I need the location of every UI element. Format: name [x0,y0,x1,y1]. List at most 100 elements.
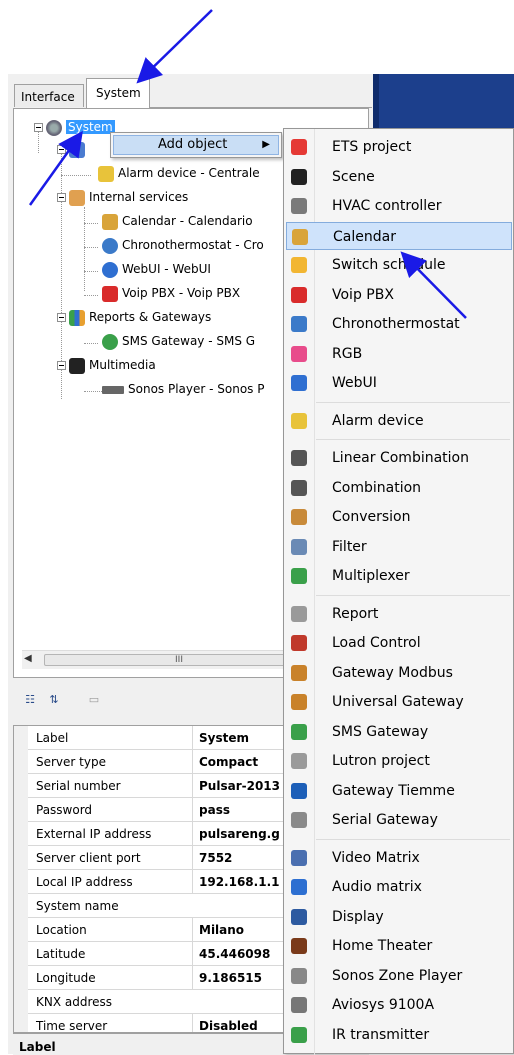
row-gutter [14,846,28,870]
menu-item-conversion[interactable]: Conversion [286,503,512,531]
menu-item-display[interactable]: Display [286,903,512,931]
sort-az-icon[interactable]: ⇅ [45,691,63,709]
tree-connector [84,207,85,291]
categorized-icon[interactable]: ☷ [21,691,39,709]
tab-interface[interactable]: Interface [14,84,84,107]
add-object-menu-item[interactable]: Add object ▶ [113,135,279,155]
collapse-toggle[interactable] [57,145,66,154]
menu-item-lutron-project[interactable]: Lutron project [286,747,512,775]
menu-item-report[interactable]: Report [286,600,512,628]
menu-item-voip-pbx[interactable]: Voip PBX [286,281,512,309]
property-pages-icon[interactable]: ▭ [85,691,103,709]
menu-item-label: HVAC controller [332,198,442,214]
multiplexer-icon [291,568,307,584]
tree-item-label: SMS Gateway - SMS G [122,334,256,348]
menu-item-label: Gateway Tiemme [332,782,455,799]
bell-icon [291,412,307,429]
speaker-icon [291,938,307,954]
tree-item-label: Multimedia [89,358,156,372]
property-name: Location [36,923,87,937]
menu-item-calendar[interactable]: Calendar [286,221,512,250]
scroll-thumb[interactable]: III [44,654,314,666]
tree-item-alarm-device[interactable]: Alarm device - Centrale [98,163,260,183]
tree-item-multimedia[interactable]: Multimedia [69,355,156,375]
tree-item-chronothermostat[interactable]: Chronothermostat - Cro [102,235,264,255]
menu-item-ets-project[interactable]: ETS project [286,133,512,161]
menu-item-load-control[interactable]: Load Control [286,629,512,657]
tree-item-security[interactable] [69,139,89,159]
menu-item-sms-gateway[interactable]: SMS Gateway [286,718,512,746]
tree-item-sonos-player[interactable]: Sonos Player - Sonos P [102,379,264,399]
menu-item-label: Alarm device [332,412,424,429]
row-gutter [14,1014,28,1032]
tree-item-internal-services[interactable]: Internal services [69,187,188,207]
row-gutter [14,870,28,894]
menu-item-sonos-zone-player[interactable]: Sonos Zone Player [286,962,512,990]
row-gutter [14,942,28,966]
menu-item-rgb[interactable]: RGB [286,340,512,368]
menu-item-hvac-controller[interactable]: HVAC controller [286,192,512,220]
menu-item-linear-combination[interactable]: Linear Combination [286,444,512,472]
pencil-icon [291,509,307,525]
thermostat-icon [291,316,307,332]
menu-item-switch-schedule[interactable]: Switch schedule [286,251,512,279]
menu-item-universal-gateway[interactable]: Universal Gateway [286,688,512,716]
collapse-toggle[interactable] [57,361,66,370]
menu-item-webui[interactable]: WebUI [286,369,512,397]
menu-item-aviosys-9100a[interactable]: Aviosys 9100A [286,991,512,1019]
tree-item-system[interactable]: System [46,117,115,137]
row-gutter [14,774,28,798]
tree-item-voip-pbx[interactable]: Voip PBX - Voip PBX [102,283,240,303]
tree-item-label: System [66,120,115,134]
menu-item-multiplexer[interactable]: Multiplexer [286,562,512,590]
collapse-toggle[interactable] [57,193,66,202]
menu-separator [316,594,510,596]
tree-item-label: Chronothermostat - Cro [122,238,264,252]
tree-item-reports-gateways[interactable]: Reports & Gateways [69,307,211,327]
tree-connector [84,295,98,296]
chart-icon [69,309,85,326]
tree-item-calendar[interactable]: Calendar - Calendario [102,211,253,231]
gear-icon [46,119,62,136]
shield-icon [69,141,85,158]
menu-item-chronothermostat[interactable]: Chronothermostat [286,310,512,338]
collapse-toggle[interactable] [57,313,66,322]
menu-item-gateway-modbus[interactable]: Gateway Modbus [286,659,512,687]
thermostat-icon [102,237,118,254]
property-name: System name [36,899,119,913]
menu-item-gateway-tiemme[interactable]: Gateway Tiemme [286,777,512,805]
add-object-submenu: ETS project Scene HVAC controller Calendar S… [283,128,514,1055]
phone-icon [102,285,118,302]
menu-item-scene[interactable]: Scene [286,163,512,191]
tree-item-sms-gateway[interactable]: SMS Gateway - SMS G [102,331,255,351]
sms-icon [291,723,307,740]
tree-connector [61,175,91,176]
menu-item-alarm-device[interactable]: Alarm device [286,407,512,435]
menu-item-label: Conversion [332,509,411,525]
menu-item-video-matrix[interactable]: Video Matrix [286,844,512,872]
menu-item-filter[interactable]: Filter [286,533,512,561]
tab-system[interactable]: System [86,78,150,108]
menu-item-label: Load Control [332,635,421,651]
property-name: Server client port [36,851,141,865]
menu-separator [316,439,510,440]
rgb-icon [291,345,307,362]
sigma-icon [291,450,307,466]
menu-item-home-theater[interactable]: Home Theater [286,932,512,960]
collapse-toggle[interactable] [34,123,43,132]
menu-item-label: Aviosys 9100A [332,997,435,1013]
menu-item-label: Add object [158,137,228,152]
scroll-left-icon[interactable]: ◀ [24,653,32,664]
menu-item-ir-transmitter[interactable]: IR transmitter [286,1021,512,1049]
calendar-icon [102,213,118,230]
menu-item-label: SMS Gateway [332,723,429,740]
menu-item-label: Gateway Modbus [332,664,453,681]
menu-item-audio-matrix[interactable]: Audio matrix [286,873,512,901]
services-icon [69,189,85,206]
menu-item-label: IR transmitter [332,1026,430,1043]
display-icon [291,908,307,925]
menu-item-label: Linear Combination [332,450,469,466]
menu-item-combination[interactable]: Combination [286,474,512,502]
tree-item-webui[interactable]: WebUI - WebUI [102,259,211,279]
menu-item-serial-gateway[interactable]: Serial Gateway [286,806,512,834]
